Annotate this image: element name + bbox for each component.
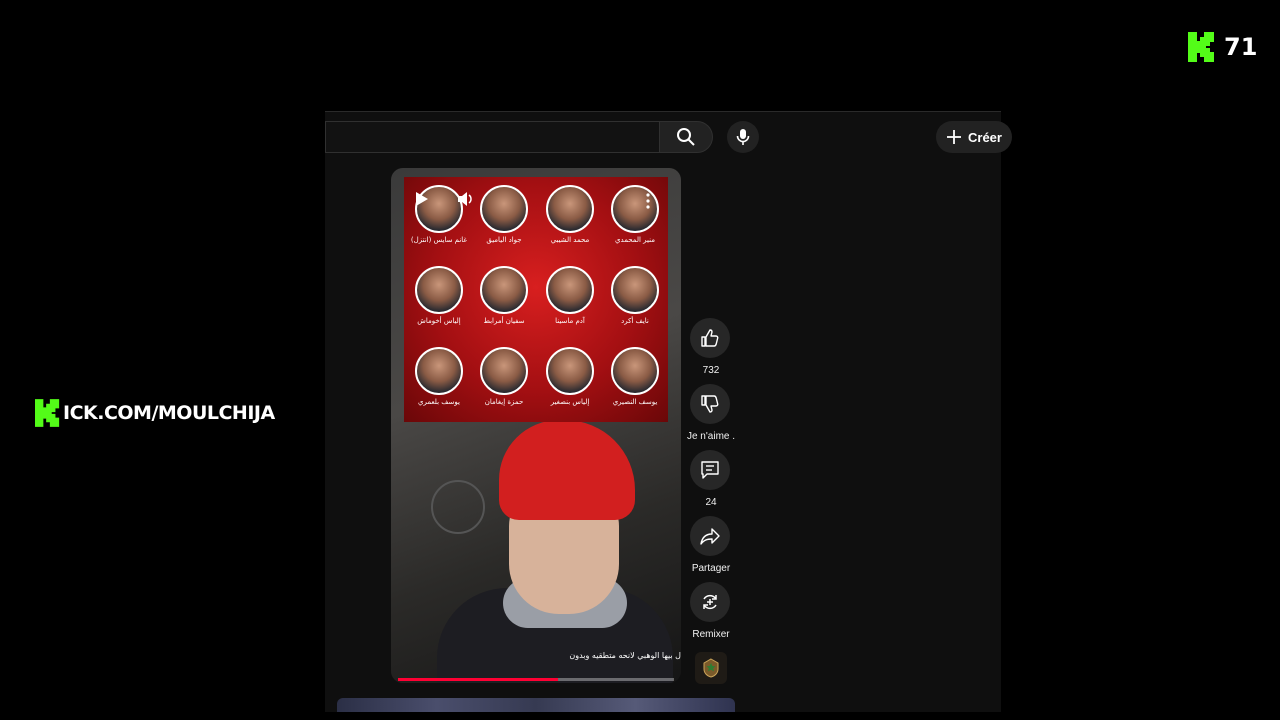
- player-card: منير المحمدي: [602, 185, 668, 244]
- player-photo: [546, 185, 594, 233]
- dislike-label: Je n'aime .: [686, 431, 736, 442]
- mic-icon: [736, 129, 750, 145]
- like-button[interactable]: [690, 318, 730, 358]
- crest-icon: [703, 658, 719, 678]
- player-photo: [611, 266, 659, 314]
- player-card: محمد الشيبي: [537, 185, 603, 244]
- remix-button[interactable]: [690, 582, 730, 622]
- play-icon[interactable]: [413, 191, 429, 207]
- player-card: يوسف بلعمري: [406, 347, 472, 406]
- search-button[interactable]: [659, 121, 713, 153]
- player-card: جواد الياميق: [471, 185, 537, 244]
- player-name: جواد الياميق: [486, 236, 522, 244]
- share-label: Partager: [691, 563, 731, 574]
- player-photo: [546, 347, 594, 395]
- comment-count: 24: [705, 497, 717, 508]
- progress-bar-fill: [398, 678, 559, 681]
- player-photo: [480, 347, 528, 395]
- dislike-button[interactable]: [690, 384, 730, 424]
- like-count: 732: [702, 365, 720, 376]
- player-name: يوسف النصيري: [612, 398, 658, 406]
- video-caption: ل بيها الوهبي لانحه متطقيه وبدون: [569, 651, 681, 660]
- share-icon: [700, 528, 720, 545]
- next-short-preview[interactable]: [337, 698, 735, 712]
- player-photo: [546, 266, 594, 314]
- comment-icon: [701, 461, 719, 479]
- sound-thumbnail[interactable]: [695, 652, 727, 684]
- player-photo: [611, 185, 659, 233]
- viewer-count: 71: [1224, 33, 1258, 61]
- player-name: نايف أكرد: [621, 317, 649, 325]
- player-name: سفيان أمرابط: [483, 317, 525, 325]
- player-photo: [415, 266, 463, 314]
- player-name: غانم سايس (انتزل): [410, 236, 468, 244]
- player-photo: [415, 347, 463, 395]
- player-card: يوسف النصيري: [602, 347, 668, 406]
- remix-label: Remixer: [692, 629, 730, 640]
- search-input[interactable]: [325, 121, 659, 153]
- youtube-shorts-window: Créer منير المحمدي محمد الشيبي جواد اليا…: [325, 111, 1012, 712]
- player-name: إلياس بنصغير: [550, 398, 590, 406]
- kick-url-text: ICK.COM/MOULCHIJA: [63, 402, 275, 424]
- player-name: محمد الشيبي: [550, 236, 590, 244]
- remix-icon: [703, 594, 717, 610]
- kick-url-watermark: ICK.COM/MOULCHIJA: [35, 398, 275, 428]
- more-options-icon[interactable]: [645, 193, 651, 209]
- volume-icon[interactable]: [457, 191, 475, 207]
- plus-icon: [947, 130, 961, 144]
- player-name: يوسف بلعمري: [418, 398, 460, 406]
- player-card: آدم ماسينا: [537, 266, 603, 325]
- kick-viewer-count: 71: [1188, 32, 1257, 62]
- player-photo: [611, 347, 659, 395]
- search-icon: [677, 128, 695, 146]
- player-card: إلياس بنصغير: [537, 347, 603, 406]
- player-card: نايف أكرد: [602, 266, 668, 325]
- background-fan: [431, 480, 485, 534]
- share-button[interactable]: [690, 516, 730, 556]
- thumbs-down-icon: [701, 395, 719, 413]
- player-photo: [480, 185, 528, 233]
- comments-button[interactable]: [690, 450, 730, 490]
- player-card: سفيان أمرابط: [471, 266, 537, 325]
- create-label: Créer: [968, 129, 1002, 145]
- player-photo: [480, 266, 528, 314]
- player-name: منير المحمدي: [615, 236, 655, 244]
- short-video-player[interactable]: منير المحمدي محمد الشيبي جواد الياميق غا…: [391, 168, 681, 683]
- progress-bar[interactable]: [398, 678, 674, 681]
- kick-logo-icon: [35, 399, 60, 427]
- voice-search-button[interactable]: [727, 121, 759, 153]
- player-name: حمزة إيغامان: [484, 398, 524, 406]
- thumbs-up-icon: [701, 329, 719, 347]
- player-card: حمزة إيغامان: [471, 347, 537, 406]
- player-name: آدم ماسينا: [555, 317, 585, 325]
- player-card: إلياس أخوماش: [406, 266, 472, 325]
- kick-logo-icon: [1188, 32, 1214, 62]
- lineup-graphic: منير المحمدي محمد الشيبي جواد الياميق غا…: [404, 177, 668, 422]
- create-button[interactable]: Créer: [936, 121, 1012, 153]
- player-name: إلياس أخوماش: [417, 317, 461, 325]
